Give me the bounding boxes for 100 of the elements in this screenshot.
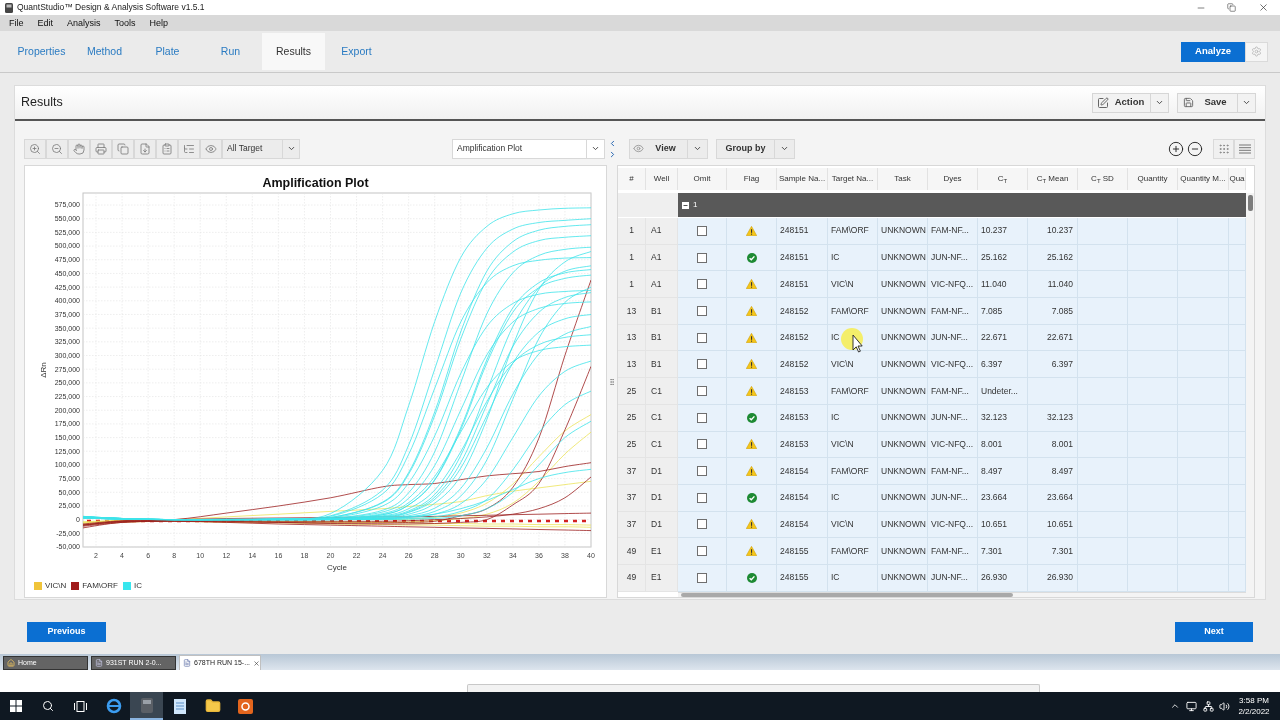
table-cell: 7.301 [1028, 538, 1078, 565]
table-cell: VIC\N [828, 351, 878, 379]
table-cell: UNKNOWN [878, 271, 928, 299]
table-cell: 26.930 [978, 564, 1028, 592]
table-cell: FAM-NF... [928, 538, 978, 565]
table-cell: UNKNOWN [878, 564, 928, 592]
table-cell: 37 [618, 511, 646, 539]
table-cell: JUN-NF... [928, 484, 978, 512]
table-cell: UNKNOWN [878, 351, 928, 379]
table-cell: 32.123 [1028, 404, 1078, 432]
table-cell: 23.664 [1028, 484, 1078, 512]
table-cell: Undeter... [978, 378, 1028, 405]
table-cell: D1 [646, 458, 678, 485]
chart-title: Amplification Plot [261, 175, 370, 191]
table-cell: VIC-NFQ... [928, 431, 978, 459]
table-cell: A1 [646, 244, 678, 272]
table-cell: FAM-NF... [928, 378, 978, 405]
table-cell: 7.085 [978, 298, 1028, 325]
table-cell: 11.040 [1028, 271, 1078, 299]
table-cell: IC [828, 404, 878, 432]
table-cell: 8.497 [978, 458, 1028, 485]
table-cell: UNKNOWN [878, 244, 928, 272]
table-cell: D1 [646, 511, 678, 539]
table-cell: FAM-NF... [928, 458, 978, 485]
table-cell: UNKNOWN [878, 378, 928, 405]
table-cell: FAM-NF... [928, 218, 978, 245]
table-cell: 13 [618, 324, 646, 352]
table-cell: JUN-NF... [928, 324, 978, 352]
table-cell: 25 [618, 378, 646, 405]
table-cell: C1 [646, 378, 678, 405]
table-cell: 26.930 [1028, 564, 1078, 592]
table-cell: 248151 [777, 244, 828, 272]
table-cell: UNKNOWN [878, 511, 928, 539]
table-cell: B1 [646, 351, 678, 379]
table-cell: 248152 [777, 298, 828, 325]
table-cell: UNKNOWN [878, 431, 928, 459]
table-cell: FAM\ORF [828, 378, 878, 405]
table-cell: 248153 [777, 378, 828, 405]
table-cell: VIC\N [828, 271, 878, 299]
table-cell: 25.162 [978, 244, 1028, 272]
legend-label: FAM\ORF [82, 580, 118, 592]
table-cell: A1 [646, 271, 678, 299]
table-cell: B1 [646, 298, 678, 325]
table-cell: E1 [646, 564, 678, 592]
table-cell: UNKNOWN [878, 218, 928, 245]
table-cell: VIC-NFQ... [928, 511, 978, 539]
table-cell: VIC-NFQ... [928, 271, 978, 299]
table-cell: 7.301 [978, 538, 1028, 565]
table-cell: 1 [618, 244, 646, 272]
table-cell: C1 [646, 431, 678, 459]
legend-label: VIC\N [45, 580, 67, 592]
table-cell: D1 [646, 484, 678, 512]
y-axis-label: ΔRn [39, 362, 48, 378]
table-cell: UNKNOWN [878, 324, 928, 352]
table-cell: 6.397 [1028, 351, 1078, 379]
table-cell: 10.651 [1028, 511, 1078, 539]
table-cell: 49 [618, 538, 646, 565]
table-cell: 23.664 [978, 484, 1028, 512]
table-cell: JUN-NF... [928, 564, 978, 592]
table-cell: IC [828, 244, 878, 272]
table-cell: UNKNOWN [878, 484, 928, 512]
table-cell: C1 [646, 404, 678, 432]
table-cell: 22.671 [978, 324, 1028, 352]
table-cell: FAM\ORF [828, 538, 878, 565]
table-cell: VIC-NFQ... [928, 351, 978, 379]
table-cell: 248153 [777, 431, 828, 459]
legend-label: IC [133, 580, 142, 592]
table-cell: E1 [646, 538, 678, 565]
table-cell: 6.397 [978, 351, 1028, 379]
table-cell: UNKNOWN [878, 404, 928, 432]
table-cell: IC [828, 484, 878, 512]
table-cell: 248155 [777, 564, 828, 592]
table-cell: 8.001 [978, 431, 1028, 459]
table-cell: FAM\ORF [828, 458, 878, 485]
table-cell: JUN-NF... [928, 404, 978, 432]
table-cell: 7.085 [1028, 298, 1078, 325]
table-cell: 1 [618, 218, 646, 245]
table-cell: 25 [618, 431, 646, 459]
table-cell: FAM\ORF [828, 218, 878, 245]
table-cell: 8.001 [1028, 431, 1078, 459]
table-cell: 25.162 [1028, 244, 1078, 272]
table-cell: 10.237 [978, 218, 1028, 245]
table-cell: 37 [618, 484, 646, 512]
table-cell: 11.040 [978, 271, 1028, 299]
table-cell: FAM-NF... [928, 298, 978, 325]
table-cell: 248152 [777, 324, 828, 352]
table-cell: 32.123 [978, 404, 1028, 432]
table-cell: 248152 [777, 351, 828, 379]
table-cell: JUN-NF... [928, 244, 978, 272]
table-cell: 49 [618, 564, 646, 592]
table-cell: UNKNOWN [878, 538, 928, 565]
table-cell: 37 [618, 458, 646, 485]
table-cell: 248155 [777, 538, 828, 565]
table-cell: 248154 [777, 484, 828, 512]
table-cell: 1 [618, 271, 646, 299]
table-cell: UNKNOWN [878, 458, 928, 485]
table-cell: FAM\ORF [828, 298, 878, 325]
table-cell: 13 [618, 298, 646, 325]
table-cell: 248151 [777, 218, 828, 245]
table-cell: 25 [618, 404, 646, 432]
